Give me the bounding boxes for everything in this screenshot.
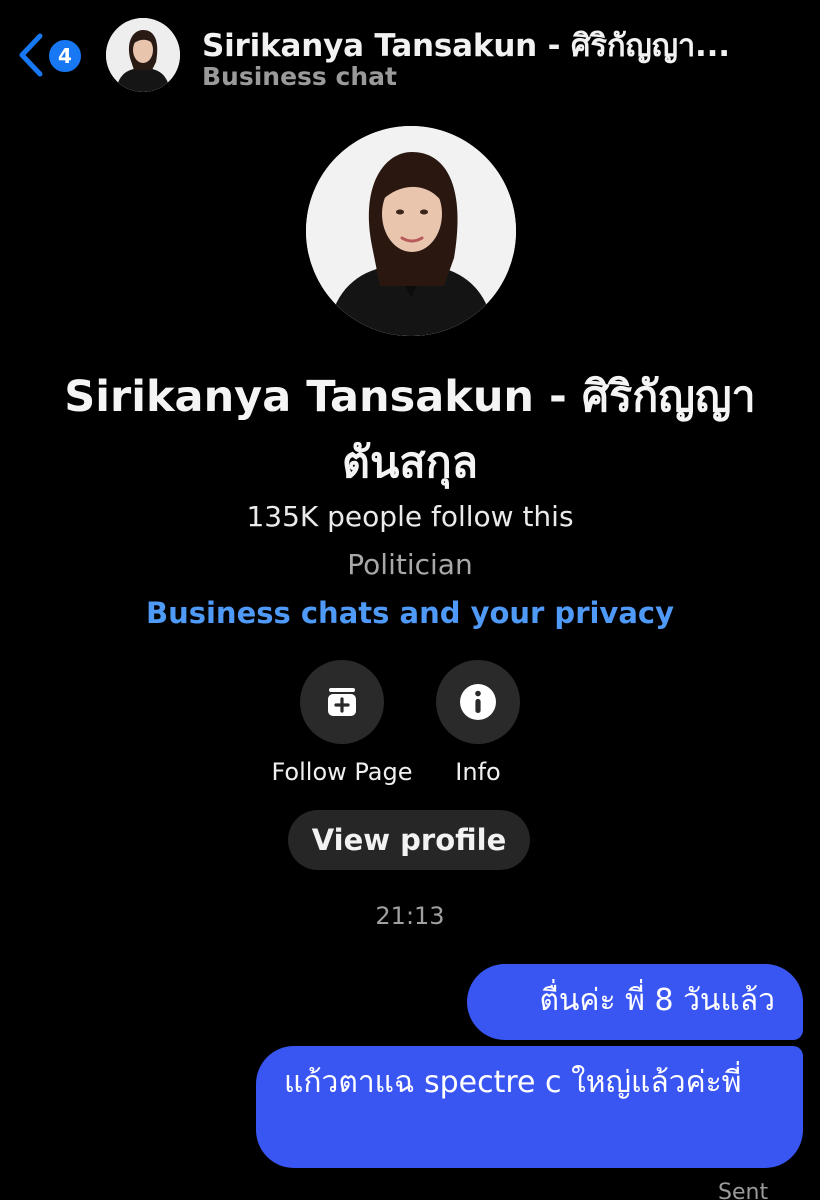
outgoing-message[interactable]: ตื่นค่ะ พี่ 8 วันแล้ว bbox=[467, 964, 803, 1040]
unread-count-badge[interactable]: 4 bbox=[46, 37, 84, 75]
business-privacy-link[interactable]: Business chats and your privacy bbox=[0, 596, 820, 630]
follow-page-icon-circle[interactable] bbox=[300, 660, 384, 744]
page-category: Politician bbox=[347, 548, 473, 581]
message-timestamp: 21:13 bbox=[375, 902, 445, 930]
chevron-left-icon bbox=[19, 33, 43, 77]
view-profile-button[interactable]: View profile bbox=[288, 810, 530, 870]
chat-header: 4 Sirikanya Tansakun - ศิริกัญญา... Busi… bbox=[0, 0, 820, 112]
header-subtitle: Business chat bbox=[202, 62, 397, 91]
message-status: Sent bbox=[718, 1180, 769, 1200]
profile-avatar[interactable] bbox=[306, 126, 516, 336]
outgoing-message[interactable]: แก้วตาแฉ spectre c ใหญ่แล้วค่ะพี่ bbox=[256, 1046, 803, 1168]
follow-page-icon bbox=[328, 688, 356, 716]
info-button[interactable]: Info bbox=[393, 660, 563, 786]
info-icon-circle[interactable] bbox=[436, 660, 520, 744]
profile-photo bbox=[106, 18, 180, 92]
info-label: Info bbox=[455, 758, 501, 786]
info-icon bbox=[460, 684, 496, 720]
header-avatar[interactable] bbox=[106, 18, 180, 92]
profile-name: Sirikanya Tansakun - ศิริกัญญา ตันสกุล bbox=[64, 372, 756, 488]
profile-photo bbox=[306, 126, 516, 336]
follower-count: 135K people follow this bbox=[246, 500, 574, 533]
back-button[interactable] bbox=[14, 30, 50, 80]
